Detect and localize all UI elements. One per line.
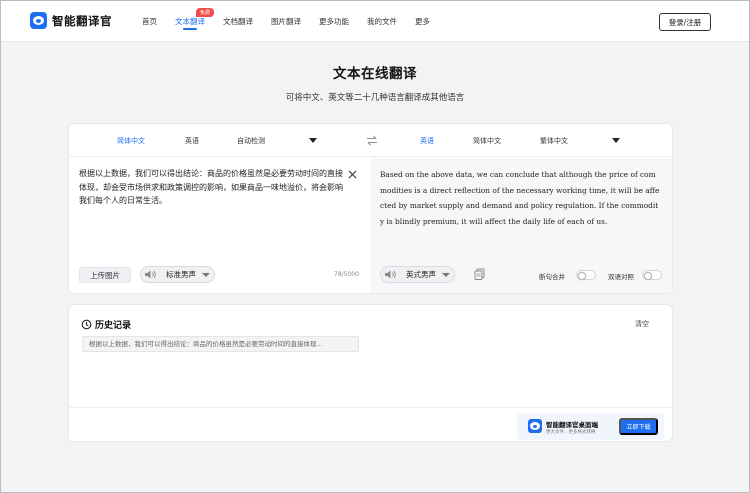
history-card: 历史记录 清空 根据以上数据，我们可以得出结论：商品的价格虽然是必要劳动时间的直… (68, 304, 673, 442)
app-logo-icon (528, 419, 542, 433)
source-lang-english[interactable]: 英语 (185, 136, 199, 146)
character-count: 78/5000 (334, 271, 359, 278)
history-item[interactable]: 根据以上数据，我们可以得出结论：商品的价格虽然是必要劳动时间的直接体现... (82, 336, 359, 352)
target-lang-dropdown-icon[interactable] (612, 138, 620, 143)
page-title: 文本在线翻译 (333, 66, 417, 82)
free-badge: 免费 (196, 8, 215, 17)
nav-more-features[interactable]: 更多功能 (319, 16, 349, 27)
nav-my-files[interactable]: 我的文件 (367, 16, 397, 27)
nav-text-translate[interactable]: 文本翻译 免费 (175, 8, 215, 30)
chevron-down-icon (202, 272, 210, 277)
top-header: 智能翻译官 首页 文本翻译 免费 文档翻译 图片翻译 更多功能 我的文件 更多 … (1, 1, 749, 42)
chevron-down-icon (442, 272, 450, 277)
upload-image-button[interactable]: 上传图片 (79, 267, 131, 283)
source-pane: 根据以上数据，我们可以得出结论：商品的价格虽然是必要劳动时间的直接体现，却会受市… (69, 158, 371, 293)
desktop-app-promo: 智能翻译官桌面端 更大文件、更多格式转换 立即下载 (517, 413, 664, 440)
source-text-input[interactable]: 根据以上数据，我们可以得出结论：商品的价格虽然是必要劳动时间的直接体现，却会受市… (79, 167, 344, 208)
bilingual-label: 双语对照 (608, 273, 634, 281)
target-lang-traditional-chinese[interactable]: 繁体中文 (540, 136, 568, 146)
clear-history-link[interactable]: 清空 (635, 319, 649, 329)
history-header: 历史记录 (81, 318, 131, 331)
promo-subtitle: 更大文件、更多格式转换 (546, 430, 596, 435)
target-voice-label: 英式男声 (406, 270, 436, 279)
clear-text-icon[interactable] (348, 170, 357, 179)
language-bar: 简体中文 英语 自动检测 英语 简体中文 繁体中文 (69, 124, 672, 157)
app-logo[interactable]: 智能翻译官 (30, 12, 112, 29)
active-underline (183, 28, 197, 30)
login-register-button[interactable]: 登录/注册 (659, 13, 711, 31)
target-lang-simplified-chinese[interactable]: 简体中文 (473, 136, 501, 146)
speaker-icon (145, 270, 156, 279)
merge-sentences-toggle[interactable] (576, 270, 596, 280)
source-lang-auto-detect[interactable]: 自动检测 (237, 136, 265, 146)
translator-card: 简体中文 英语 自动检测 英语 简体中文 繁体中文 根据以上数据，我们可以得出结… (68, 123, 673, 294)
promo-title: 智能翻译官桌面端 (546, 421, 598, 429)
history-clock-icon (81, 319, 92, 330)
main-nav: 首页 文本翻译 免费 文档翻译 图片翻译 更多功能 我的文件 更多 (142, 8, 448, 30)
source-voice-label: 标准男声 (166, 270, 196, 279)
bilingual-toggle[interactable] (642, 270, 662, 280)
nav-more[interactable]: 更多 (415, 16, 430, 27)
source-voice-select[interactable]: 标准男声 (140, 266, 215, 283)
target-pane: Based on the above data, we can conclude… (371, 158, 672, 293)
page-subtitle: 可将中文、英文等二十几种语言翻译成其他语言 (285, 93, 465, 103)
swap-languages-icon[interactable] (366, 135, 378, 146)
app-name: 智能翻译官 (52, 13, 112, 28)
translation-output: Based on the above data, we can conclude… (380, 170, 660, 226)
nav-image-translate[interactable]: 图片翻译 (271, 16, 301, 27)
nav-doc-translate[interactable]: 文档翻译 (223, 16, 253, 27)
download-now-button[interactable]: 立即下载 (619, 418, 658, 435)
target-voice-select[interactable]: 英式男声 (380, 266, 455, 283)
copy-icon[interactable] (474, 268, 485, 280)
history-title: 历史记录 (95, 321, 132, 331)
nav-text-translate-label: 文本翻译 (175, 17, 205, 26)
source-lang-simplified-chinese[interactable]: 简体中文 (117, 136, 145, 146)
speaker-icon (385, 270, 396, 279)
nav-home[interactable]: 首页 (142, 16, 157, 27)
history-footer: 智能翻译官桌面端 更大文件、更多格式转换 立即下载 (69, 407, 672, 441)
source-lang-dropdown-icon[interactable] (309, 138, 317, 143)
app-logo-icon (30, 12, 47, 29)
merge-sentences-label: 断句合并 (539, 273, 565, 281)
target-lang-english[interactable]: 英语 (420, 136, 434, 146)
